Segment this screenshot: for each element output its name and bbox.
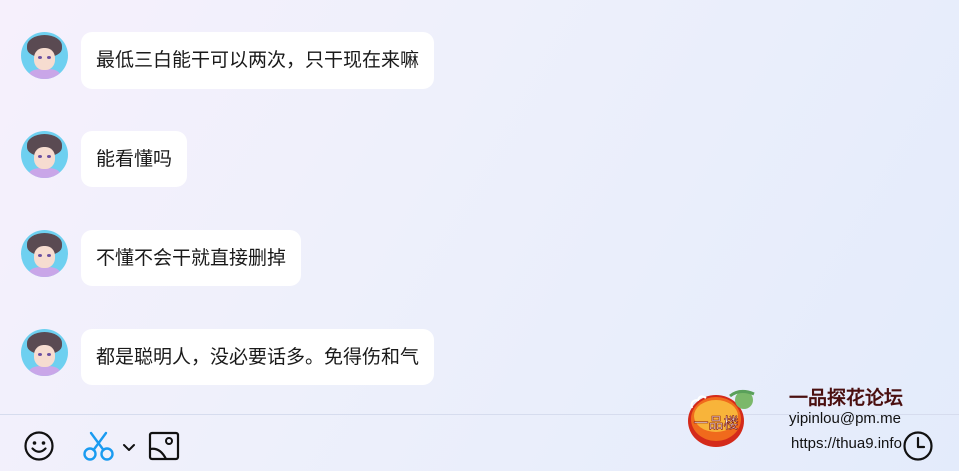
scissors-icon [83,431,114,461]
watermark: 一品楼 一品探花论坛 yipinlou@pm.me https://thua9.… [686,383,926,463]
emoji-button[interactable] [23,430,55,462]
message-row: 都是聪明人，没必要话多。免得伤和气 [21,329,435,385]
image-icon [148,431,180,461]
avatar[interactable] [21,32,68,79]
watermark-logo: 一品楼 [686,386,762,452]
message-row: 不懂不会干就直接删掉 [21,230,302,286]
chat-message-list[interactable]: 最低三白能干可以两次，只干现在来嘛 能看懂吗 不懂不会干就直接删掉 都是聪明人，… [0,0,959,414]
avatar[interactable] [21,329,68,376]
message-bubble[interactable]: 都是聪明人，没必要话多。免得伤和气 [81,329,435,385]
send-image-button[interactable] [148,431,180,461]
watermark-url: https://thua9.info [791,435,902,452]
message-bubble[interactable]: 不懂不会干就直接删掉 [81,230,302,286]
smiley-icon [24,431,54,461]
svg-text:一品楼: 一品楼 [693,414,738,432]
chevron-down-icon [123,444,135,451]
message-bubble[interactable]: 能看懂吗 [81,131,188,187]
message-row: 最低三白能干可以两次，只干现在来嘛 [21,32,435,89]
screenshot-cut-button[interactable] [82,430,116,462]
cut-options-dropdown[interactable] [122,439,136,451]
message-bubble[interactable]: 最低三白能干可以两次，只干现在来嘛 [81,32,435,89]
watermark-title: 一品探花论坛 [789,387,904,409]
watermark-email: yipinlou@pm.me [789,410,901,427]
avatar[interactable] [21,131,68,178]
message-row: 能看懂吗 [21,131,188,187]
avatar[interactable] [21,230,68,277]
